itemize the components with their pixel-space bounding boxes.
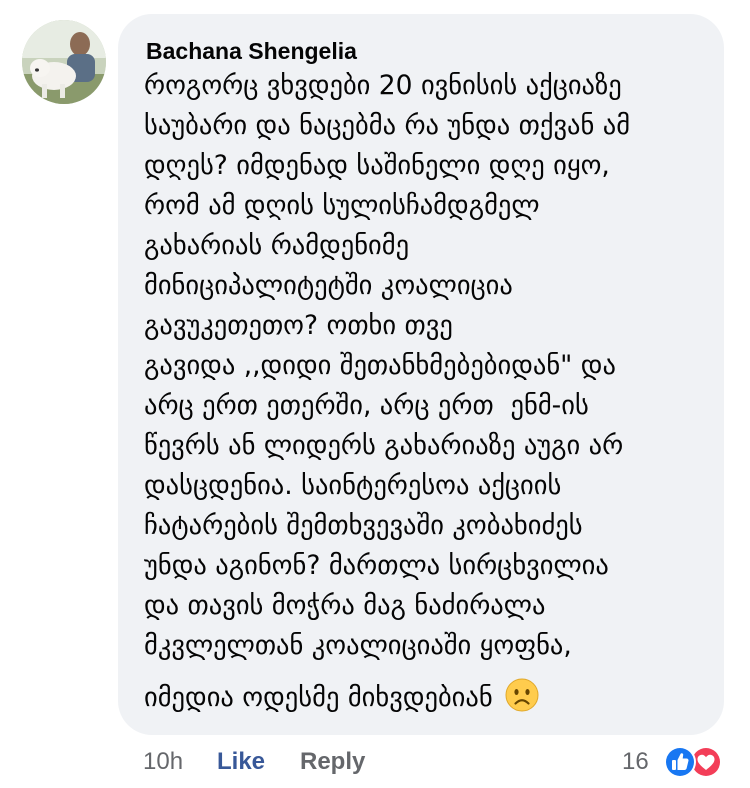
comment-text-line: წევრს ან ლიდერს გახარიაზე აუგი არ — [144, 430, 624, 461]
comment-text-line: უნდა აგინონ? მართლა სირცხვილია — [144, 550, 609, 581]
comment-text-line: ჩატარების შემთხვევაში კობახიძეს — [144, 510, 583, 541]
reaction-icons[interactable] — [660, 743, 726, 781]
comment-text-line: გახარიას რამდენიმე — [144, 230, 410, 261]
comment-text-line: იმედია ოდესმე მიხვდებიან — [144, 682, 493, 713]
comment-author[interactable]: Bachana Shengelia — [146, 38, 357, 65]
comment-text-last-line: იმედია ოდესმე მიხვდებიან — [144, 678, 539, 718]
comment-text-line: როგორც ვხვდები 20 ივნისის აქციაზე — [144, 70, 622, 101]
like-button[interactable]: Like — [217, 744, 265, 780]
comment-text-line: გავუკეთეთო? ოთხი თვე — [144, 310, 453, 341]
comment-text-line: დღეს? იმდენად საშინელი დღე იყო, — [144, 150, 610, 181]
avatar-photo — [22, 20, 106, 104]
comment-text-line: დასცდენია. საინტერესოა აქციის — [144, 470, 562, 501]
reaction-count[interactable]: 16 — [622, 744, 649, 780]
reply-button[interactable]: Reply — [300, 744, 365, 780]
like-reaction-icon — [664, 746, 696, 778]
comment-text-line: საუბარი და ნაცებმა რა უნდა თქვან ამ — [144, 110, 631, 141]
frowning-face-emoji — [505, 678, 539, 712]
comment-timestamp[interactable]: 10h — [143, 744, 183, 780]
comment-text-line: არც ერთ ეთერში, არც ერთ ენმ-ის — [144, 390, 589, 421]
comment-text-line: გავიდა ,,დიდი შეთანხმებებიდან" და — [144, 350, 616, 381]
comment-text-line: მკვლელთან კოალიციაში ყოფნა, — [144, 630, 572, 661]
comment-text-line: და თავის მოჭრა მაგ ნაძირალა — [144, 590, 546, 621]
comment-text-line: რომ ამ დღის სულისჩამდგმელ — [144, 190, 540, 221]
avatar[interactable] — [22, 20, 106, 104]
comment-text-line: მინიციპალიტეტში კოალიცია — [144, 270, 513, 301]
